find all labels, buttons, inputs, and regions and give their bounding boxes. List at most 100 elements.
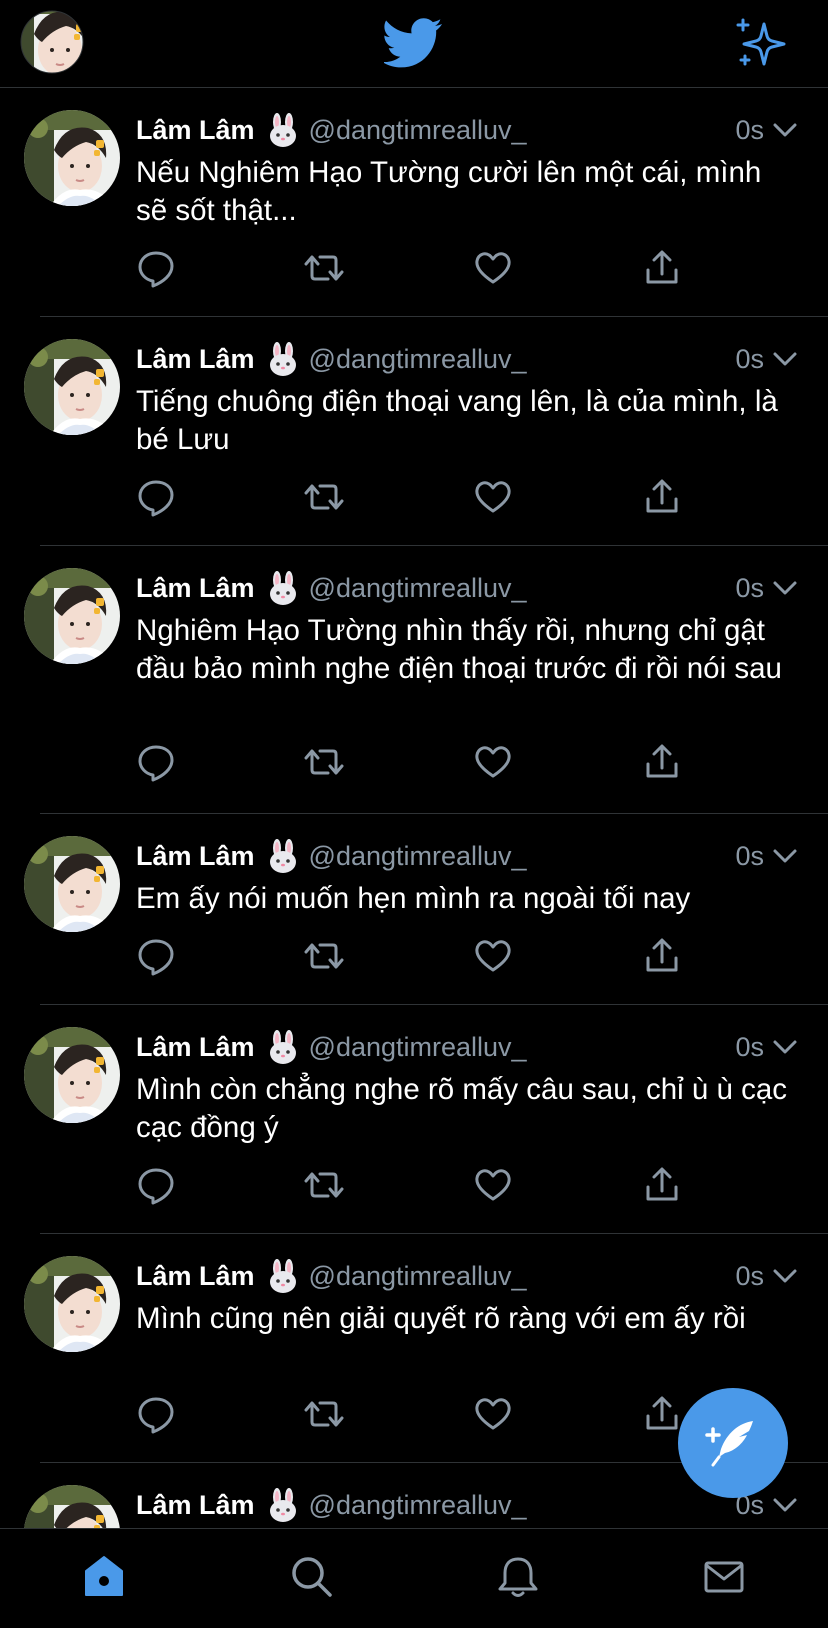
share-icon[interactable] xyxy=(642,936,682,976)
bunny-emoji-icon xyxy=(267,1030,299,1064)
reply-icon[interactable] xyxy=(136,1394,176,1434)
tweet-avatar[interactable] xyxy=(24,836,120,932)
like-icon[interactable] xyxy=(473,1394,513,1434)
bunny-emoji-icon xyxy=(267,113,299,147)
user-handle[interactable]: @dangtimrealluv_ xyxy=(309,838,527,874)
chevron-down-icon[interactable] xyxy=(772,118,798,142)
tweet-actions xyxy=(136,936,696,976)
tweet-text: Tiếng chuông điện thoại vang lên, là của… xyxy=(136,385,778,456)
display-name[interactable]: Lâm Lâm xyxy=(136,570,255,606)
tweet-header: Lâm Lâm @dangtimrealluv_ 0s xyxy=(136,341,798,377)
reply-icon[interactable] xyxy=(136,936,176,976)
share-icon[interactable] xyxy=(642,1394,682,1434)
like-icon[interactable] xyxy=(473,477,513,517)
tweet-text: Nghiêm Hạo Tường nhìn thấy rồi, nhưng ch… xyxy=(136,614,782,685)
display-name[interactable]: Lâm Lâm xyxy=(136,1258,255,1294)
tweet[interactable]: Lâm Lâm @dangtimrealluv_ 0s Em ấy nói mu… xyxy=(40,814,828,1005)
twitter-bird-icon[interactable] xyxy=(382,18,444,68)
reply-icon[interactable] xyxy=(136,477,176,517)
chevron-down-icon[interactable] xyxy=(772,576,798,600)
retweet-icon[interactable] xyxy=(304,742,344,782)
reply-icon[interactable] xyxy=(136,248,176,288)
profile-avatar[interactable] xyxy=(20,10,84,74)
user-handle[interactable]: @dangtimrealluv_ xyxy=(309,112,527,148)
tweet-text: Em ấy nói muốn hẹn mình ra ngoài tối nay xyxy=(136,882,691,915)
like-icon[interactable] xyxy=(473,248,513,288)
tweet[interactable]: Lâm Lâm @dangtimrealluv_ 0s Nghiêm Hạo T… xyxy=(40,546,828,814)
messages-icon[interactable] xyxy=(700,1553,748,1601)
tweet-actions xyxy=(136,477,696,517)
compose-tweet-button[interactable] xyxy=(678,1388,788,1498)
tweet-time: 0s xyxy=(735,841,764,871)
chevron-down-icon[interactable] xyxy=(772,1264,798,1288)
user-handle[interactable]: @dangtimrealluv_ xyxy=(309,1258,527,1294)
share-icon[interactable] xyxy=(642,248,682,288)
share-icon[interactable] xyxy=(642,742,682,782)
tweet-avatar[interactable] xyxy=(24,1027,120,1123)
like-icon[interactable] xyxy=(473,742,513,782)
display-name[interactable]: Lâm Lâm xyxy=(136,112,255,148)
tweet-header: Lâm Lâm @dangtimrealluv_ 0s xyxy=(136,112,798,148)
user-handle[interactable]: @dangtimrealluv_ xyxy=(309,1029,527,1065)
retweet-icon[interactable] xyxy=(304,477,344,517)
chevron-down-icon[interactable] xyxy=(772,844,798,868)
tweet-header: Lâm Lâm @dangtimrealluv_ 0s xyxy=(136,838,798,874)
tweet[interactable]: Lâm Lâm @dangtimrealluv_ 0s Nếu Nghiêm H… xyxy=(40,88,828,317)
top-bar xyxy=(0,0,828,88)
tweet-actions xyxy=(136,742,696,782)
reply-icon[interactable] xyxy=(136,742,176,782)
display-name[interactable]: Lâm Lâm xyxy=(136,1487,255,1523)
tweet[interactable]: Lâm Lâm @dangtimrealluv_ 0s Mình còn chẳ… xyxy=(40,1005,828,1234)
reply-icon[interactable] xyxy=(136,1165,176,1205)
user-handle[interactable]: @dangtimrealluv_ xyxy=(309,341,527,377)
bunny-emoji-icon xyxy=(267,839,299,873)
tweet-actions xyxy=(136,248,696,288)
tweet-text: Nếu Nghiêm Hạo Tường cười lên một cái, m… xyxy=(136,156,762,227)
like-icon[interactable] xyxy=(473,936,513,976)
retweet-icon[interactable] xyxy=(304,1394,344,1434)
tweet-avatar[interactable] xyxy=(24,110,120,206)
tweet-avatar[interactable] xyxy=(24,1256,120,1352)
bottom-nav xyxy=(0,1528,828,1628)
tweet-text: Mình còn chẳng nghe rõ mấy câu sau, chỉ … xyxy=(136,1073,788,1144)
tweet-time: 0s xyxy=(735,344,764,374)
tweet-header: Lâm Lâm @dangtimrealluv_ 0s xyxy=(136,1258,798,1294)
chevron-down-icon[interactable] xyxy=(772,1493,798,1517)
bunny-emoji-icon xyxy=(267,342,299,376)
tweet-text: Mình cũng nên giải quyết rõ ràng với em … xyxy=(136,1302,746,1335)
bunny-emoji-icon xyxy=(267,571,299,605)
bunny-emoji-icon xyxy=(267,1488,299,1522)
tweet-avatar[interactable] xyxy=(24,568,120,664)
share-icon[interactable] xyxy=(642,477,682,517)
compose-tweet-icon xyxy=(705,1421,753,1467)
bunny-emoji-icon xyxy=(267,1259,299,1293)
tweet-actions xyxy=(136,1394,696,1434)
display-name[interactable]: Lâm Lâm xyxy=(136,1029,255,1065)
user-handle[interactable]: @dangtimrealluv_ xyxy=(309,1487,527,1523)
tweet-header: Lâm Lâm @dangtimrealluv_ 0s xyxy=(136,1487,798,1523)
retweet-icon[interactable] xyxy=(304,936,344,976)
display-name[interactable]: Lâm Lâm xyxy=(136,838,255,874)
tweet[interactable]: Lâm Lâm @dangtimrealluv_ 0s Tiếng chuông… xyxy=(40,317,828,546)
chevron-down-icon[interactable] xyxy=(772,1035,798,1059)
tweet-avatar[interactable] xyxy=(24,339,120,435)
home-icon[interactable] xyxy=(80,1553,128,1601)
tweet-time: 0s xyxy=(735,115,764,145)
display-name[interactable]: Lâm Lâm xyxy=(136,341,255,377)
search-icon[interactable] xyxy=(288,1553,336,1601)
like-icon[interactable] xyxy=(473,1165,513,1205)
tweet-time: 0s xyxy=(735,1032,764,1062)
share-icon[interactable] xyxy=(642,1165,682,1205)
tweet-avatar[interactable] xyxy=(24,1485,120,1528)
sparkle-icon[interactable] xyxy=(736,18,788,68)
retweet-icon[interactable] xyxy=(304,248,344,288)
chevron-down-icon[interactable] xyxy=(772,347,798,371)
retweet-icon[interactable] xyxy=(304,1165,344,1205)
user-handle[interactable]: @dangtimrealluv_ xyxy=(309,570,527,606)
tweet-actions xyxy=(136,1165,696,1205)
tweet-time: 0s xyxy=(735,1261,764,1291)
tweet-time: 0s xyxy=(735,573,764,603)
notifications-icon[interactable] xyxy=(494,1553,542,1601)
tweet-header: Lâm Lâm @dangtimrealluv_ 0s xyxy=(136,570,798,606)
timeline[interactable]: Lâm Lâm @dangtimrealluv_ 0s Nếu Nghiêm H… xyxy=(0,88,828,1528)
